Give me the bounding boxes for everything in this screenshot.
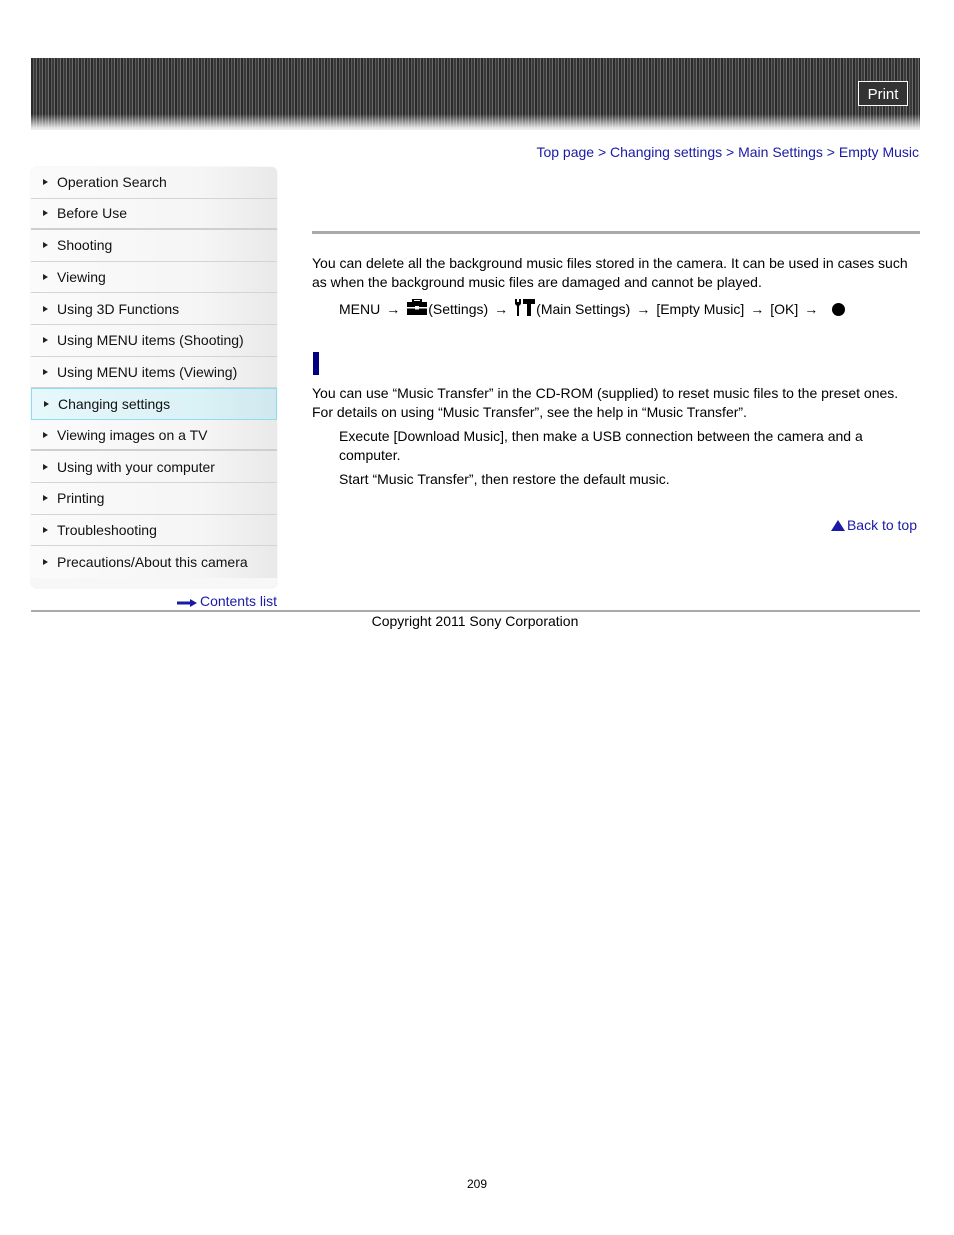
- title-divider: [312, 231, 920, 234]
- breadcrumb-empty-music[interactable]: Empty Music: [839, 144, 919, 160]
- copyright-text: Copyright 2011 Sony Corporation: [371, 613, 579, 629]
- sidebar-item-3d-functions[interactable]: Using 3D Functions: [31, 293, 277, 325]
- triangle-right-icon: [44, 400, 49, 407]
- sidebar-item-changing-settings[interactable]: Changing settings: [31, 388, 277, 420]
- tools-icon: [514, 298, 536, 321]
- arrow-right-icon: →: [804, 301, 819, 317]
- sidebar-item-label: Viewing images on a TV: [57, 426, 208, 443]
- triangle-right-icon: [43, 179, 48, 186]
- empty-music-label: [Empty Music]: [656, 301, 745, 317]
- triangle-right-icon: [43, 558, 48, 565]
- triangle-right-icon: [43, 431, 48, 438]
- sidebar-nav: Operation Search Before Use Shooting Vie…: [31, 167, 277, 588]
- ok-label: [OK]: [770, 301, 799, 317]
- sidebar-item-viewing-tv[interactable]: Viewing images on a TV: [31, 419, 277, 452]
- section-marker: [313, 352, 319, 375]
- sidebar-item-before-use[interactable]: Before Use: [31, 198, 277, 231]
- arrow-right-icon: [176, 594, 197, 610]
- settings-label: (Settings): [428, 301, 489, 317]
- sidebar-item-shooting[interactable]: Shooting: [31, 230, 277, 262]
- sidebar-item-label: Before Use: [57, 205, 128, 222]
- breadcrumb-top-page[interactable]: Top page: [536, 144, 594, 160]
- triangle-right-icon: [43, 274, 48, 281]
- sidebar-item-label: Using MENU items (Shooting): [57, 332, 244, 349]
- triangle-right-icon: [43, 242, 48, 249]
- sidebar-item-label: Using 3D Functions: [57, 300, 180, 317]
- breadcrumb: Top page > Changing settings > Main Sett…: [536, 144, 919, 160]
- contents-list-link[interactable]: Contents list: [176, 593, 277, 610]
- sidebar-item-troubleshooting[interactable]: Troubleshooting: [31, 514, 277, 547]
- triangle-right-icon: [43, 210, 48, 217]
- triangle-up-icon: [830, 520, 845, 531]
- sidebar-item-label: Printing: [57, 490, 105, 507]
- triangle-right-icon: [43, 495, 48, 502]
- sidebar-item-printing[interactable]: Printing: [31, 482, 277, 515]
- sidebar-item-precautions[interactable]: Precautions/About this camera: [31, 546, 277, 578]
- center-button-icon: [832, 303, 846, 316]
- sidebar-item-menu-shooting[interactable]: Using MENU items (Shooting): [31, 324, 277, 357]
- breadcrumb-separator: >: [726, 144, 739, 160]
- triangle-right-icon: [43, 463, 48, 470]
- triangle-right-icon: [43, 368, 48, 375]
- sidebar-item-label: Troubleshooting: [57, 521, 157, 538]
- sidebar-item-label: Shooting: [57, 237, 113, 254]
- triangle-right-icon: [43, 305, 48, 312]
- sidebar-item-label: Using with your computer: [57, 458, 215, 475]
- arrow-right-icon: →: [750, 301, 765, 317]
- sidebar-item-operation-search[interactable]: Operation Search: [31, 167, 277, 199]
- back-to-top-label[interactable]: Back to top: [847, 517, 917, 533]
- page-number: 209: [466, 1177, 488, 1191]
- intro-text: You can delete all the background music …: [312, 255, 908, 290]
- arrow-right-icon: →: [386, 301, 401, 317]
- sidebar-item-label: Using MENU items (Viewing): [57, 363, 238, 380]
- arrow-right-icon: →: [494, 301, 509, 317]
- menu-path: MENU → (Settings) → (Main Settings) → [E…: [339, 298, 922, 321]
- header-banner: Print: [31, 58, 920, 130]
- sidebar-item-viewing[interactable]: Viewing: [31, 261, 277, 294]
- restore-section: You can use “Music Transfer” in the CD-R…: [312, 384, 922, 489]
- step-item: Execute [Download Music], then make a US…: [339, 428, 863, 463]
- breadcrumb-separator: >: [826, 144, 839, 160]
- sidebar-item-label: Operation Search: [57, 174, 167, 191]
- breadcrumb-main-settings[interactable]: Main Settings: [738, 144, 823, 160]
- toolbox-icon: [406, 298, 428, 320]
- sidebar-item-menu-viewing[interactable]: Using MENU items (Viewing): [31, 356, 277, 389]
- triangle-right-icon: [43, 526, 48, 533]
- triangle-right-icon: [43, 337, 48, 344]
- main-settings-label: (Main Settings): [536, 301, 631, 317]
- menu-label: MENU: [339, 301, 381, 317]
- contents-list-label[interactable]: Contents list: [200, 593, 277, 609]
- back-to-top-link[interactable]: Back to top: [830, 517, 917, 533]
- restore-text: You can use “Music Transfer” in the CD-R…: [312, 385, 899, 420]
- main-content: You can delete all the background music …: [312, 254, 922, 321]
- breadcrumb-separator: >: [597, 144, 611, 160]
- sidebar-item-label: Precautions/About this camera: [57, 553, 248, 570]
- sidebar-item-computer[interactable]: Using with your computer: [31, 451, 277, 483]
- sidebar-item-label: Viewing: [57, 269, 106, 286]
- arrow-right-icon: →: [636, 301, 651, 317]
- sidebar-item-label: Changing settings: [58, 395, 171, 412]
- breadcrumb-changing-settings[interactable]: Changing settings: [610, 144, 722, 160]
- print-button[interactable]: Print: [858, 81, 908, 106]
- footer-divider: [31, 610, 920, 612]
- step-item: Start “Music Transfer”, then restore the…: [339, 471, 670, 487]
